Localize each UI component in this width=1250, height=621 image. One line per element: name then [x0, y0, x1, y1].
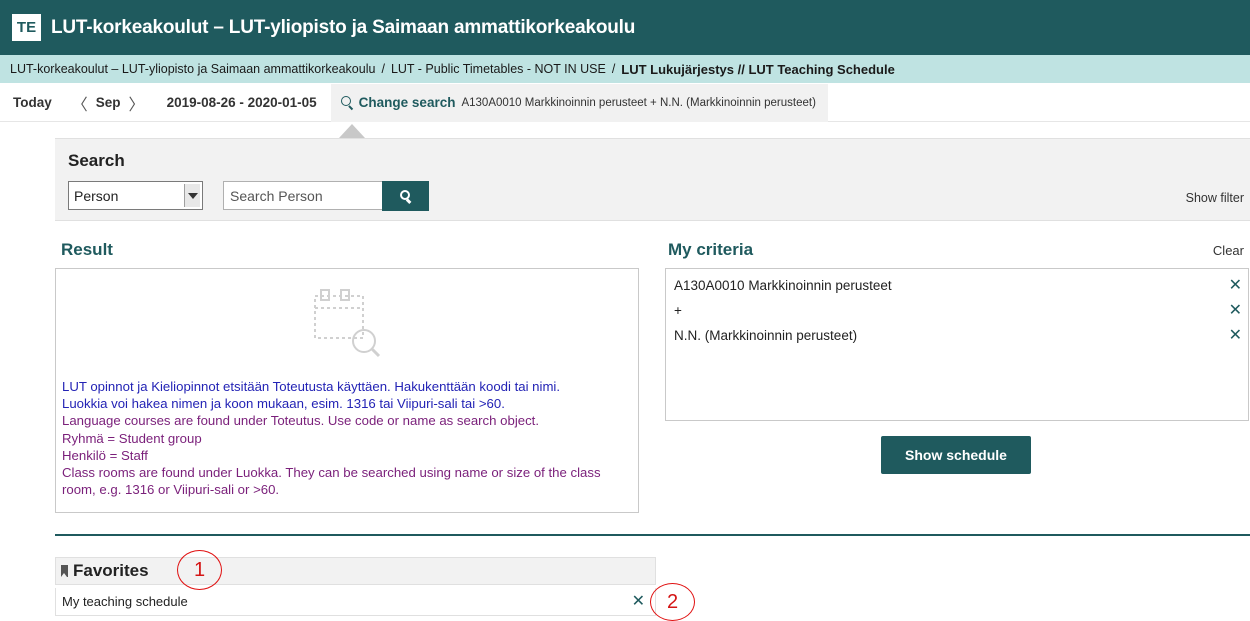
- criteria-item-label: +: [674, 303, 682, 318]
- criteria-title: My criteria: [668, 240, 754, 259]
- info-line: Ryhmä = Student group: [62, 430, 202, 446]
- app-title: LUT-korkeakoulut – LUT-yliopisto ja Saim…: [51, 16, 636, 38]
- search-title: Search: [68, 151, 125, 170]
- result-info-text: LUT opinnot ja Kieliopinnot etsitään Tot…: [62, 378, 637, 498]
- breadcrumb: LUT-korkeakoulut – LUT-yliopisto ja Saim…: [0, 55, 1250, 83]
- result-panel: LUT opinnot ja Kieliopinnot etsitään Tot…: [55, 268, 639, 513]
- chevron-right-icon[interactable]: 〉: [129, 91, 145, 115]
- search-icon: [340, 96, 354, 111]
- change-search-button[interactable]: Change search A130A0010 Markkinoinnin pe…: [330, 83, 828, 122]
- annotation-callout-1: 1: [177, 550, 222, 590]
- criteria-item-label: A130A0010 Markkinoinnin perusteet: [674, 278, 892, 293]
- dropdown-arrow-icon[interactable]: [184, 184, 200, 207]
- today-button[interactable]: Today: [13, 95, 52, 110]
- criteria-item: + ✕: [674, 298, 1242, 323]
- clear-criteria-link[interactable]: Clear: [1213, 243, 1244, 258]
- search-type-value: Person: [74, 187, 119, 204]
- show-filter-link[interactable]: Show filter: [1186, 191, 1244, 205]
- remove-favorite-icon[interactable]: ✕: [632, 591, 645, 611]
- info-line: Language courses are found under Toteutu…: [62, 413, 540, 429]
- annotation-callout-2: 2: [650, 583, 695, 621]
- info-line: Class rooms are found under Luokka. They…: [62, 465, 601, 498]
- breadcrumb-separator: /: [611, 62, 616, 76]
- te-logo[interactable]: TE: [12, 14, 41, 41]
- panel-pointer: [339, 124, 365, 138]
- month-label[interactable]: Sep: [96, 95, 121, 110]
- app-header: TE LUT-korkeakoulut – LUT-yliopisto ja S…: [0, 0, 1250, 55]
- criteria-item: A130A0010 Markkinoinnin perusteet ✕: [674, 273, 1242, 298]
- favorites-title: Favorites: [73, 561, 149, 580]
- remove-icon[interactable]: ✕: [1229, 300, 1242, 320]
- breadcrumb-item-university[interactable]: LUT-korkeakoulut – LUT-yliopisto ja Saim…: [10, 62, 375, 76]
- breadcrumb-item-public-timetables[interactable]: LUT - Public Timetables - NOT IN USE: [391, 62, 606, 76]
- search-button[interactable]: [382, 181, 429, 211]
- section-divider: [55, 534, 1250, 536]
- criteria-item: N.N. (Markkinoinnin perusteet) ✕: [674, 323, 1242, 348]
- remove-icon[interactable]: ✕: [1229, 325, 1242, 345]
- breadcrumb-separator: /: [381, 62, 385, 76]
- search-document-icon: [314, 289, 381, 358]
- favorite-item-label[interactable]: My teaching schedule: [62, 594, 188, 609]
- date-range[interactable]: 2019-08-26 - 2020-01-05: [167, 95, 317, 110]
- bookmark-icon: [61, 565, 68, 577]
- criteria-summary: A130A0010 Markkinoinnin perusteet + N.N.…: [461, 96, 816, 109]
- criteria-item-label: N.N. (Markkinoinnin perusteet): [674, 328, 858, 343]
- chevron-left-icon[interactable]: 〈: [72, 91, 88, 115]
- remove-icon[interactable]: ✕: [1229, 275, 1242, 295]
- search-panel: Search Person Show filter: [55, 138, 1250, 221]
- result-title: Result: [61, 240, 113, 259]
- schedule-navbar: Today 〈 Sep 〉 2019-08-26 - 2020-01-05 Ch…: [0, 83, 1250, 122]
- change-search-label: Change search: [358, 95, 456, 110]
- show-schedule-button[interactable]: Show schedule: [881, 436, 1031, 474]
- search-input[interactable]: [223, 181, 383, 210]
- criteria-panel: A130A0010 Markkinoinnin perusteet ✕ + ✕ …: [665, 268, 1249, 421]
- info-line: Henkilö = Staff: [62, 447, 148, 463]
- breadcrumb-item-current: LUT Lukujärjestys // LUT Teaching Schedu…: [621, 61, 895, 77]
- info-line: LUT opinnot ja Kieliopinnot etsitään Tot…: [62, 379, 561, 394]
- favorite-item[interactable]: My teaching schedule ✕: [55, 588, 656, 616]
- search-type-select[interactable]: Person: [68, 181, 203, 210]
- info-line: Luokkia voi hakea nimen ja koon mukaan, …: [62, 396, 505, 412]
- favorites-header: Favorites: [55, 557, 656, 585]
